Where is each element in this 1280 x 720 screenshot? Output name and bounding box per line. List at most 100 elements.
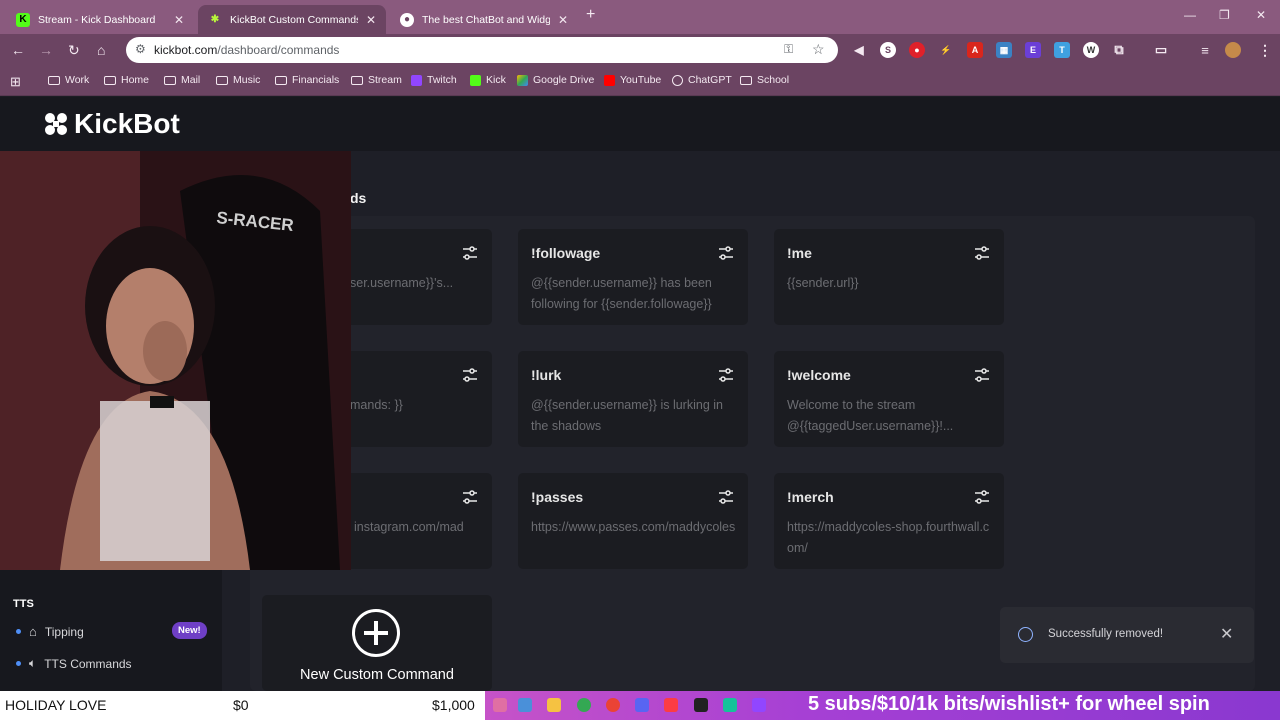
folder-icon xyxy=(351,75,363,85)
toast-notification: Successfully removed! ✕ xyxy=(1000,607,1254,663)
app-icon[interactable] xyxy=(493,698,507,712)
tab-title: Stream - Kick Dashboard xyxy=(38,13,156,26)
music-icon[interactable] xyxy=(664,698,678,712)
bookmark-youtube[interactable]: YouTube xyxy=(604,74,661,86)
settings-sliders-icon[interactable] xyxy=(974,489,990,505)
extension-blue-icon[interactable]: ▦ xyxy=(996,42,1012,58)
site-info-icon[interactable]: ⚙ xyxy=(135,42,146,56)
extension-s-icon[interactable]: S xyxy=(880,42,896,58)
extension-red-icon[interactable]: ● xyxy=(909,42,925,58)
url-path: /dashboard/commands xyxy=(217,43,340,57)
folder-icon[interactable] xyxy=(547,698,561,712)
settings-sliders-icon[interactable] xyxy=(974,367,990,383)
check-circle-icon xyxy=(1018,627,1033,642)
settings-sliders-icon[interactable] xyxy=(462,367,478,383)
forward-icon[interactable]: → xyxy=(39,42,53,58)
extension-e-icon[interactable]: E xyxy=(1025,42,1041,58)
tab-kickbot-commands[interactable]: ✱ KickBot Custom Commands ✕ xyxy=(198,5,386,34)
bookmark-financials[interactable]: Financials xyxy=(275,74,339,86)
youtube-icon xyxy=(604,74,615,86)
command-card-welcome[interactable]: !welcome Welcome to the stream @{{tagged… xyxy=(774,351,1004,447)
back-icon[interactable]: ← xyxy=(11,42,25,58)
bookmark-music[interactable]: Music xyxy=(216,74,260,86)
bookmark-star-icon[interactable]: ☆ xyxy=(812,41,825,58)
extensions-puzzle-icon[interactable]: ⧉ xyxy=(1111,42,1127,58)
settings-sliders-icon[interactable] xyxy=(718,245,734,261)
settings-sliders-icon[interactable] xyxy=(462,489,478,505)
reload-icon[interactable]: ↻ xyxy=(68,42,80,58)
chrome-icon[interactable] xyxy=(577,698,591,712)
kickbot-icon: ✱ xyxy=(210,14,220,25)
twitch-icon xyxy=(411,74,422,86)
settings-sliders-icon[interactable] xyxy=(718,367,734,383)
bookmark-chatgpt[interactable]: ChatGPT xyxy=(672,74,732,86)
command-card-followage[interactable]: !followage @{{sender.username}} has been… xyxy=(518,229,748,325)
url-domain: kickbot.com xyxy=(154,43,218,57)
sidebar-section-tts: TTS xyxy=(13,598,34,610)
command-card-lurk[interactable]: !lurk @{{sender.username}} is lurking in… xyxy=(518,351,748,447)
plus-circle-icon xyxy=(352,609,400,657)
twitch-icon[interactable] xyxy=(752,698,766,712)
command-card-passes[interactable]: !passes https://www.passes.com/maddycole… xyxy=(518,473,748,569)
window-close-icon[interactable]: ✕ xyxy=(1256,8,1266,22)
extension-translate-icon[interactable]: T xyxy=(1054,42,1070,58)
password-key-icon[interactable]: ⚿ xyxy=(784,42,793,57)
bookmark-home[interactable]: Home xyxy=(104,74,149,86)
speaker-icon: 🔈︎ xyxy=(29,656,37,670)
bookmark-google-drive[interactable]: Google Drive xyxy=(517,74,594,86)
kickbot-logo[interactable]: KickBot xyxy=(44,108,180,140)
menu-icon[interactable]: ⋮ xyxy=(1257,42,1273,58)
folder-icon xyxy=(216,75,228,85)
bookmark-twitch[interactable]: Twitch xyxy=(411,74,457,86)
minimize-icon[interactable]: — xyxy=(1184,8,1196,22)
profile-avatar[interactable] xyxy=(1225,42,1241,58)
home-icon[interactable]: ⌂ xyxy=(97,42,105,58)
folder-icon xyxy=(740,75,752,85)
discord-icon[interactable] xyxy=(635,698,649,712)
sidebar-item-tts-commands[interactable]: 🔈︎ TTS Commands xyxy=(16,656,132,671)
extension-wand-icon[interactable]: ⚡ xyxy=(938,42,954,58)
app-icon[interactable] xyxy=(723,698,737,712)
new-badge: New! xyxy=(172,622,207,639)
apps-grid-icon[interactable]: ⊞ xyxy=(10,74,21,90)
media-controls-icon[interactable]: ≡ xyxy=(1197,42,1213,58)
extension-pdf-icon[interactable]: A xyxy=(967,42,983,58)
settings-sliders-icon[interactable] xyxy=(718,489,734,505)
new-custom-command-button[interactable]: New Custom Command xyxy=(262,595,492,691)
goal-label: HOLIDAY LOVE xyxy=(5,697,107,713)
bookmark-stream[interactable]: Stream xyxy=(351,74,402,86)
restore-icon[interactable]: ❐ xyxy=(1219,8,1230,22)
settings-sliders-icon[interactable] xyxy=(462,245,478,261)
settings-sliders-icon[interactable] xyxy=(974,245,990,261)
bookmark-mail[interactable]: Mail xyxy=(164,74,200,86)
side-panel-icon[interactable]: ▭ xyxy=(1153,42,1169,58)
bookmark-work[interactable]: Work xyxy=(48,74,89,86)
app-header xyxy=(0,97,1280,151)
kick-icon: K xyxy=(16,12,30,27)
tab-botrix[interactable]: ● The best ChatBot and Widgets ✕ xyxy=(390,5,578,34)
extension-w-icon[interactable]: W xyxy=(1083,42,1099,58)
tab-kick-dashboard[interactable]: K Stream - Kick Dashboard ✕ xyxy=(6,5,194,34)
speaker-icon[interactable]: ◀ xyxy=(851,42,867,58)
app-icon[interactable] xyxy=(518,698,532,712)
folder-icon xyxy=(275,75,287,85)
store-icon: ⌂ xyxy=(29,624,37,639)
app-icon[interactable] xyxy=(694,698,708,712)
new-tab-icon[interactable]: + xyxy=(586,6,595,24)
close-icon[interactable]: ✕ xyxy=(366,13,376,27)
command-card-merch[interactable]: !merch https://maddycoles-shop.fourthwal… xyxy=(774,473,1004,569)
address-bar[interactable]: ⚙ kickbot.com/dashboard/commands ⚿ ☆ xyxy=(126,37,838,63)
command-card-me[interactable]: !me {{sender.url}} xyxy=(774,229,1004,325)
sidebar-item-tipping[interactable]: ⌂ Tipping xyxy=(16,624,84,639)
bookmark-kick[interactable]: Kick xyxy=(470,74,506,86)
folder-icon xyxy=(48,75,60,85)
close-icon[interactable]: ✕ xyxy=(558,13,568,27)
close-icon[interactable]: ✕ xyxy=(174,13,184,27)
goal-current: $0 xyxy=(233,697,249,713)
chrome-icon[interactable] xyxy=(606,698,620,712)
stream-ticker: 5 subs/$10/1k bits/wishlist+ for wheel s… xyxy=(808,693,1210,715)
toast-close-icon[interactable]: ✕ xyxy=(1220,624,1233,644)
active-dot xyxy=(16,629,21,634)
bookmark-school[interactable]: School xyxy=(740,74,789,86)
kick-icon xyxy=(470,74,481,86)
